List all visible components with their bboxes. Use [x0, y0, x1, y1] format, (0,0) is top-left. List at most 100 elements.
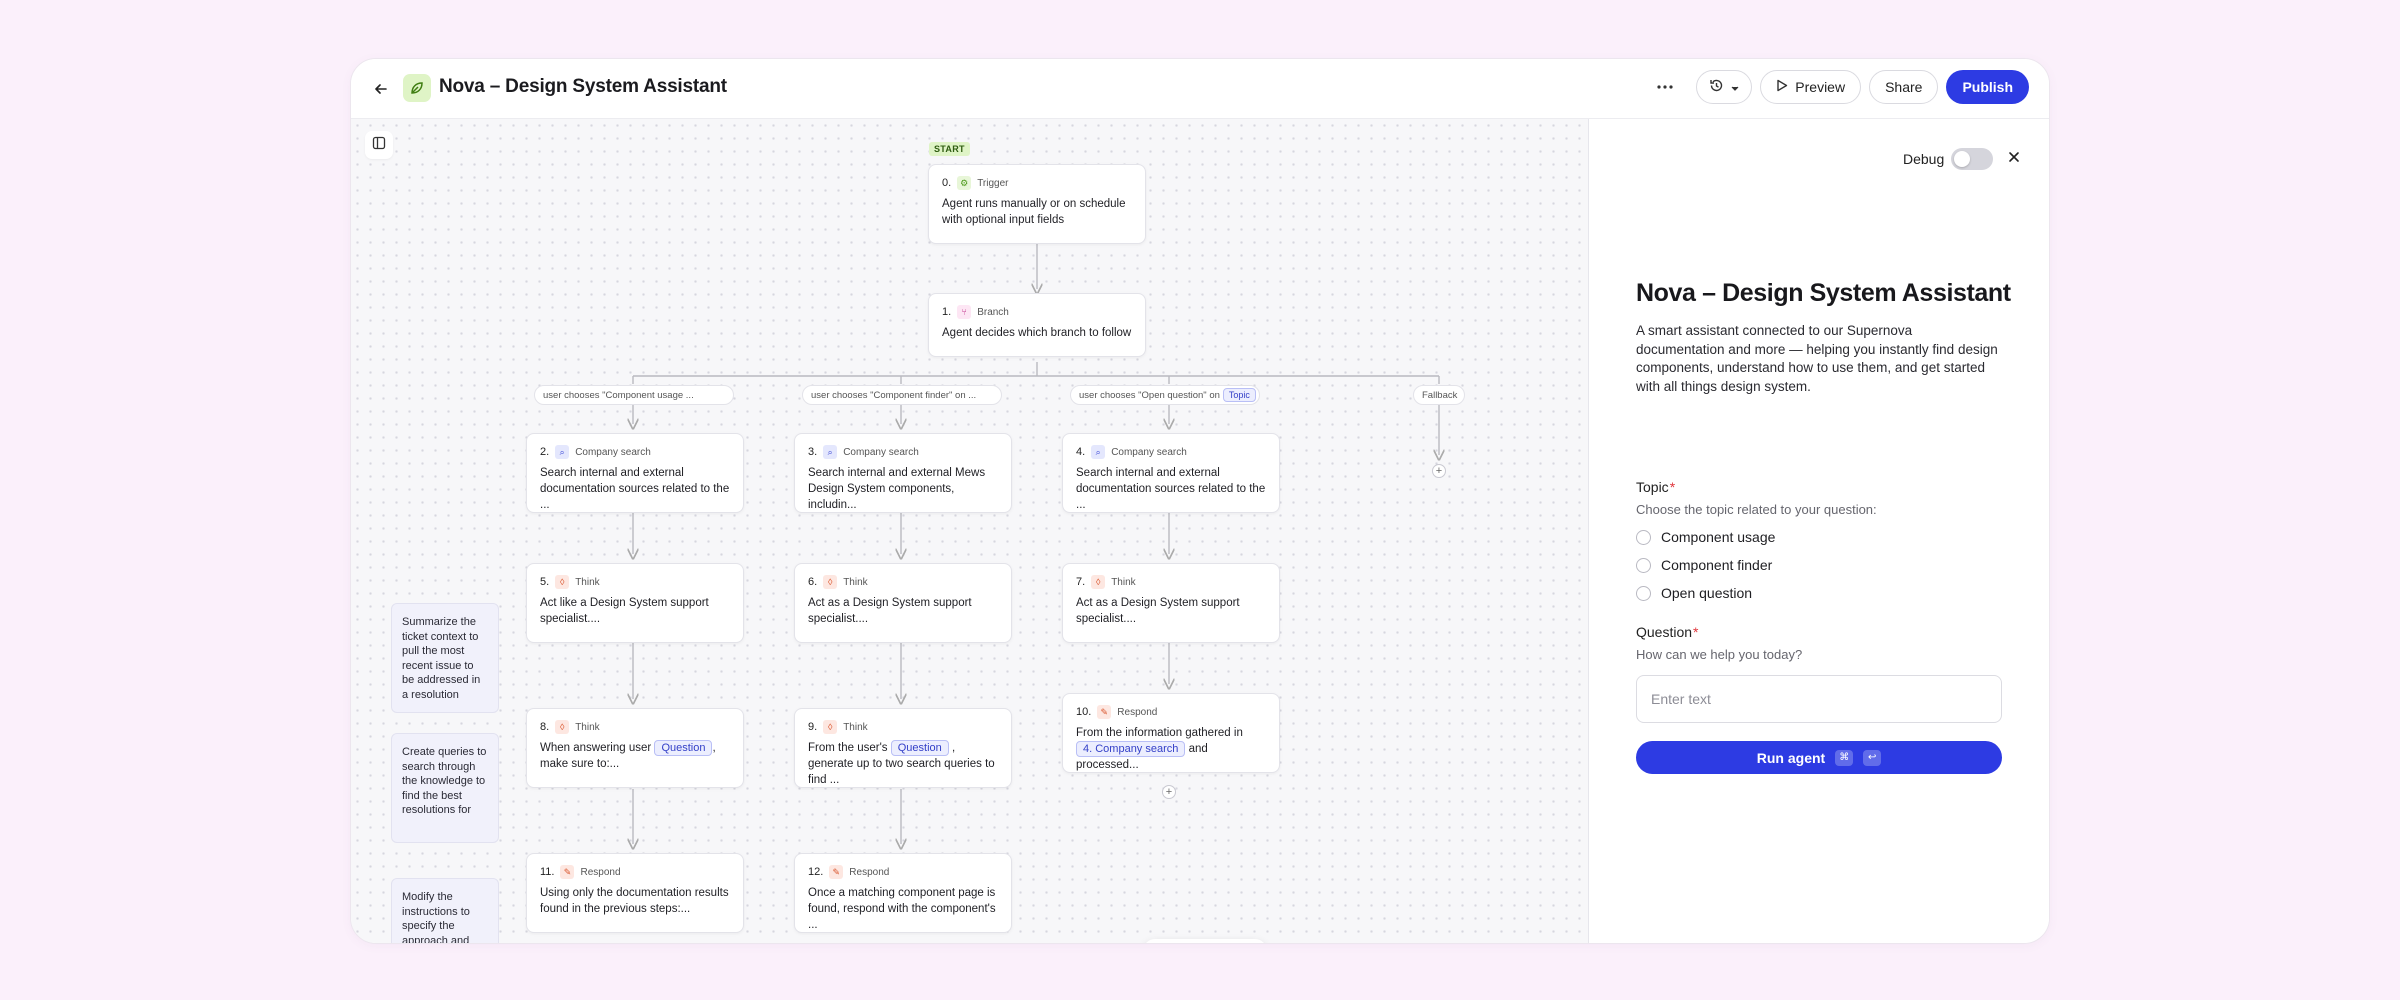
add-step-button[interactable]: + [1432, 464, 1446, 478]
pencil-icon: ✎ [1097, 705, 1112, 719]
lightbulb-icon: ◊ [823, 720, 838, 734]
trigger-icon: ⚙ [957, 176, 972, 190]
lightbulb-icon: ◊ [555, 575, 570, 589]
node-header: 6. ◊ Think [808, 574, 998, 590]
node-number: 1. [942, 306, 952, 318]
branch-condition[interactable]: user chooses "Open question" on Topic [1070, 385, 1260, 405]
node-type: Think [843, 576, 868, 588]
debug-label: Debug [1903, 151, 1945, 167]
node-type: Think [575, 721, 600, 733]
node-think[interactable]: 5. ◊ Think Act like a Design System suppor… [526, 563, 744, 643]
topic-option[interactable]: Open question [1636, 585, 1752, 601]
topic-option[interactable]: Component finder [1636, 557, 1772, 573]
branch-icon: ⑂ [957, 305, 972, 319]
node-header: 11. ✎ Respond [540, 864, 730, 880]
node-trigger[interactable]: 0. ⚙ Trigger Agent runs manually or on sch… [928, 164, 1146, 244]
sticky-note[interactable]: Summarize the ticket context to pull the… [391, 603, 499, 713]
condition-text: user chooses "Component usage ... [543, 389, 694, 401]
debug-toggle[interactable] [1951, 148, 1993, 170]
node-respond[interactable]: 10. ✎ Respond From the information gathere… [1062, 693, 1280, 773]
node-text: Agent decides which branch to follow [942, 327, 1132, 339]
node-text: Act as a Design System support specialis… [808, 597, 972, 625]
node-text: When answering user Question, make sure … [540, 740, 730, 772]
question-chip: Question [890, 740, 949, 756]
node-number: 4. [1076, 446, 1086, 458]
lightbulb-icon: ◊ [823, 575, 838, 589]
node-type: Company search [575, 446, 651, 458]
node-branch[interactable]: 1. ⑂ Branch Agent decides which branch to … [928, 293, 1146, 357]
node-text: Using only the documentation results fou… [540, 887, 729, 915]
node-header: 3. ⌕ Company search [808, 444, 998, 460]
node-type: Think [843, 721, 868, 733]
chevron-down-icon [1731, 79, 1739, 95]
run-agent-label: Run agent [1756, 749, 1826, 766]
node-think[interactable]: 9. ◊ Think From the user's Question , gene… [794, 708, 1012, 788]
command-key-icon: ⌘ [1835, 749, 1854, 766]
node-text: Once a matching component page is found,… [808, 887, 996, 931]
back-arrow-icon[interactable] [369, 77, 393, 101]
share-button[interactable]: Share [1869, 70, 1939, 104]
branch-condition-fallback[interactable]: Fallback [1413, 385, 1465, 405]
node-type: Trigger [977, 177, 1009, 189]
node-header: 1. ⑂ Branch [942, 304, 1132, 320]
node-think[interactable]: 7. ◊ Think Act as a Design System support … [1062, 563, 1280, 643]
node-respond[interactable]: 12. ✎ Respond Once a matching component pa… [794, 853, 1012, 933]
node-respond[interactable]: 11. ✎ Respond Using only the documentation… [526, 853, 744, 933]
node-number: 3. [808, 446, 818, 458]
add-step-button[interactable]: + [1162, 785, 1176, 799]
node-number: 2. [540, 446, 550, 458]
publish-button[interactable]: Publish [1946, 70, 2029, 104]
topic-option-label: Component usage [1661, 529, 1776, 545]
node-header: 10. ✎ Respond [1076, 704, 1266, 720]
app-window: Nova – Design System Assistant Preview S… [350, 58, 2050, 944]
workflow-canvas[interactable]: START 0. ⚙ Trigger Agent runs manually or … [351, 119, 1588, 943]
topic-help: Choose the topic related to your questio… [1636, 502, 1877, 517]
required-mark: * [1693, 624, 1699, 640]
topic-option-label: Open question [1661, 585, 1753, 601]
radio-circle [1636, 529, 1651, 545]
play-icon [1776, 79, 1788, 95]
node-text: From the user's Question , generate up t… [808, 740, 998, 788]
node-type: Think [575, 576, 600, 588]
node-header: 4. ⌕ Company search [1076, 444, 1266, 460]
more-options-button[interactable] [1648, 70, 1682, 104]
node-type: Company search [843, 446, 919, 458]
top-actions: Preview Share Publish [1648, 70, 2029, 104]
node-company-search[interactable]: 4. ⌕ Company search Search internal and ex… [1062, 433, 1280, 513]
run-agent-button[interactable]: Run agent ⌘ ↩ [1636, 741, 2002, 774]
preview-button[interactable]: Preview [1760, 70, 1862, 104]
branch-condition[interactable]: user chooses "Component finder" on ... [802, 385, 1002, 405]
close-button[interactable] [2003, 148, 2025, 170]
node-company-search[interactable]: 2. ⌕ Company search Search internal and ex… [526, 433, 744, 513]
version-history-button[interactable] [1696, 70, 1753, 104]
node-think[interactable]: 6. ◊ Think Act as a Design System support … [794, 563, 1012, 643]
node-header: 12. ✎ Respond [808, 864, 998, 880]
agent-logo-icon [403, 74, 431, 102]
branch-condition[interactable]: user chooses "Component usage ... [534, 385, 734, 405]
node-type: Company search [1111, 446, 1187, 458]
node-number: 8. [540, 721, 550, 733]
history-icon [1709, 78, 1724, 96]
node-text: Act as a Design System support specialis… [1076, 597, 1240, 625]
condition-text: user chooses "Open question" on [1079, 389, 1220, 401]
topic-option[interactable]: Component usage [1636, 529, 1775, 545]
question-input[interactable] [1636, 675, 2002, 723]
node-type: Respond [580, 866, 621, 878]
node-text: Search internal and external Mews Design… [808, 467, 986, 511]
question-chip: Question [654, 740, 713, 756]
preview-panel: Debug Nova – Design System Assistant A s… [1588, 119, 2049, 943]
node-text: Search internal and external documentati… [1076, 467, 1266, 511]
topic-label: Topic* [1636, 479, 1675, 495]
agent-description: A smart assistant connected to our Super… [1636, 323, 1998, 394]
sticky-note[interactable]: Modify the instructions to specify the a… [391, 878, 499, 943]
pencil-icon: ✎ [560, 865, 575, 879]
top-bar: Nova – Design System Assistant Preview S… [351, 59, 2049, 119]
node-number: 11. [540, 866, 555, 878]
topic-chip: Topic [1222, 388, 1256, 402]
node-type: Respond [1117, 706, 1158, 718]
node-company-search[interactable]: 3. ⌕ Company search Search internal and ex… [794, 433, 1012, 513]
node-think[interactable]: 8. ◊ Think When answering user Question, m… [526, 708, 744, 788]
node-header: 2. ⌕ Company search [540, 444, 730, 460]
node-header: 5. ◊ Think [540, 574, 730, 590]
sticky-note[interactable]: Create queries to search through the kno… [391, 733, 499, 843]
